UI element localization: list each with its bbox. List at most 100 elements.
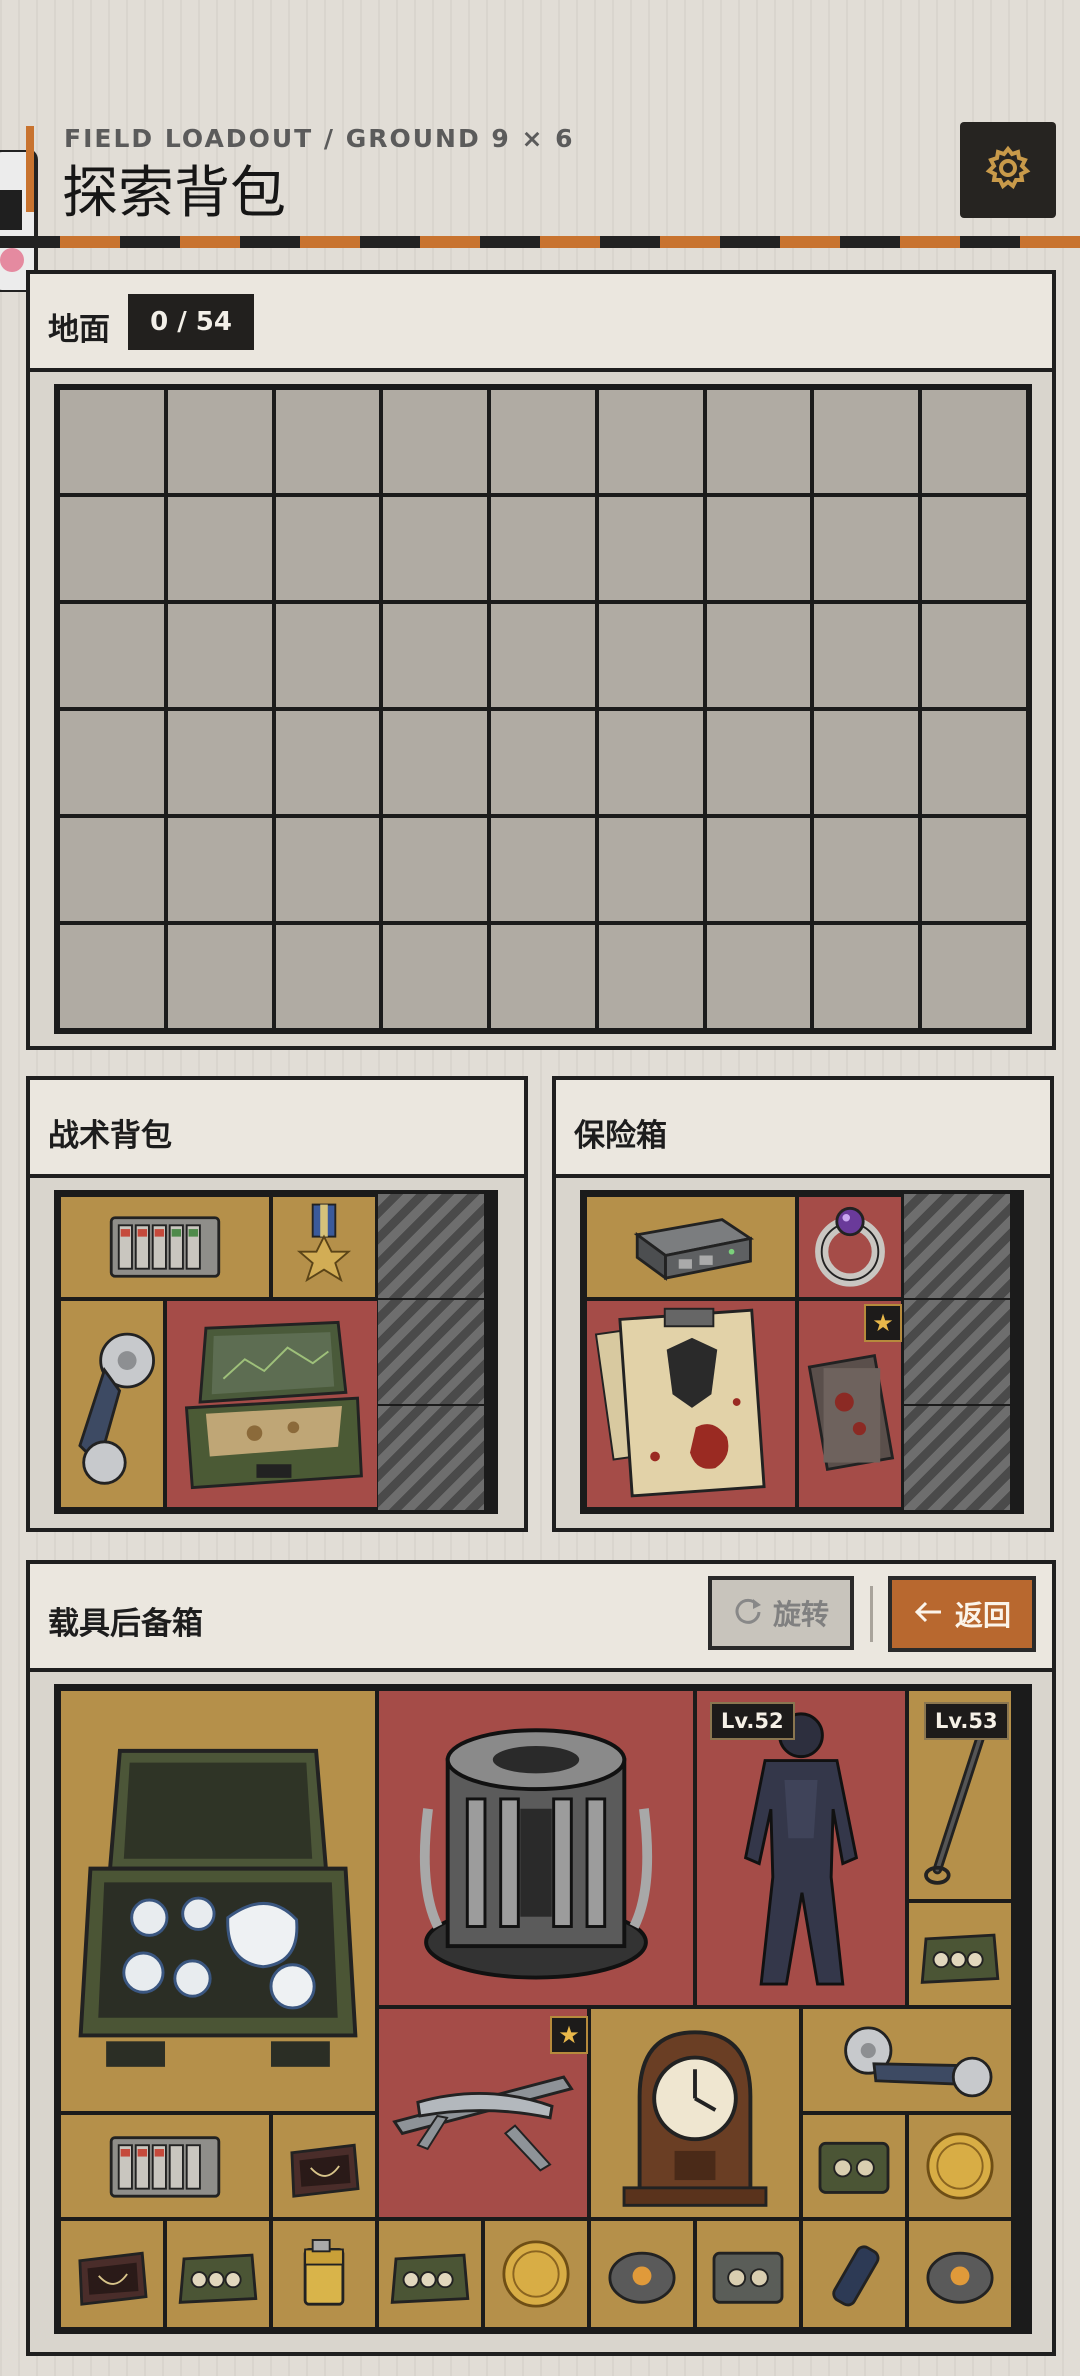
duct-tape-item[interactable]: [58, 1298, 166, 1510]
ground-slot[interactable]: [814, 497, 919, 600]
ground-slot[interactable]: [275, 390, 380, 493]
ground-slot[interactable]: [598, 925, 703, 1028]
ground-slot[interactable]: [167, 925, 272, 1028]
ground-slot[interactable]: [60, 711, 164, 814]
ground-slot[interactable]: [60, 604, 164, 707]
ground-slot[interactable]: [491, 711, 595, 814]
ammo-case-item[interactable]: [376, 2218, 484, 2330]
network-router-item[interactable]: [584, 1194, 798, 1300]
ground-slot[interactable]: [922, 390, 1026, 493]
battery-rack-item[interactable]: [58, 2112, 272, 2220]
locked-slot: [378, 1406, 484, 1510]
ground-slot[interactable]: [922, 497, 1026, 600]
ground-slot[interactable]: [60, 390, 164, 493]
locked-slot: [904, 1406, 1010, 1510]
tape-cassette-case-item[interactable]: [800, 2112, 908, 2220]
ground-slot[interactable]: [814, 818, 919, 921]
ground-slot[interactable]: [598, 711, 703, 814]
rotate-icon: [733, 1595, 763, 1632]
gold-coin-item[interactable]: [482, 2218, 590, 2330]
ground-slot[interactable]: [922, 925, 1026, 1028]
ground-slot[interactable]: [167, 711, 272, 814]
ground-slot[interactable]: [383, 604, 488, 707]
ground-slot[interactable]: [60, 497, 164, 600]
tactical-backpack-title: 战术背包: [48, 1118, 172, 1154]
lantern-device-item[interactable]: [906, 2218, 1014, 2330]
ground-slot[interactable]: [167, 390, 272, 493]
ground-slot[interactable]: [275, 925, 380, 1028]
tactical-backpack-grid: [54, 1190, 498, 1514]
mantel-clock-item[interactable]: [588, 2006, 802, 2220]
jewelry-box-item[interactable]: [58, 2218, 166, 2330]
ground-slot[interactable]: [706, 925, 811, 1028]
reactor-core-item[interactable]: [376, 1688, 696, 2008]
ground-slot[interactable]: [275, 497, 380, 600]
bloody-documents-item[interactable]: [584, 1298, 798, 1510]
battery-rack-item[interactable]: [58, 1194, 272, 1300]
ground-slot[interactable]: [706, 604, 811, 707]
ground-slot[interactable]: [383, 390, 488, 493]
ground-slot[interactable]: [383, 711, 488, 814]
ground-slot[interactable]: [922, 711, 1026, 814]
tactical-backpack-panel: 战术背包: [26, 1076, 528, 1532]
ground-slot[interactable]: [814, 711, 919, 814]
ammo-case-item[interactable]: [164, 2218, 272, 2330]
tactical-backpack-header: 战术背包: [30, 1080, 524, 1178]
ground-slot[interactable]: [491, 390, 595, 493]
spray-canister-item[interactable]: [800, 2218, 908, 2330]
ground-slot[interactable]: [922, 604, 1026, 707]
tactical-case-map-item[interactable]: [164, 1298, 380, 1510]
gold-coin-item[interactable]: [906, 2112, 1014, 2220]
ground-slot[interactable]: [706, 818, 811, 921]
ground-slot[interactable]: [491, 818, 595, 921]
ground-slot[interactable]: [706, 711, 811, 814]
safe-box-grid: [580, 1190, 1024, 1514]
ground-slot[interactable]: [275, 711, 380, 814]
ground-slot[interactable]: [275, 604, 380, 707]
medal-item[interactable]: [270, 1194, 378, 1300]
tape-cassette-case-item[interactable]: [694, 2218, 802, 2330]
ground-slot[interactable]: [60, 925, 164, 1028]
rotate-label: 旋转: [772, 1598, 829, 1631]
ground-slot[interactable]: [922, 818, 1026, 921]
ground-slot[interactable]: [598, 497, 703, 600]
gear-icon: [985, 145, 1031, 195]
ammo-case-item[interactable]: [906, 1900, 1014, 2008]
ground-slot[interactable]: [491, 497, 595, 600]
ground-slot[interactable]: [491, 925, 595, 1028]
ground-slot[interactable]: [383, 497, 488, 600]
tea-set-case-item[interactable]: [58, 1688, 378, 2114]
ground-slot[interactable]: [598, 818, 703, 921]
lantern-device-item[interactable]: [588, 2218, 696, 2330]
ground-slot[interactable]: [491, 604, 595, 707]
gem-ring-item[interactable]: [796, 1194, 904, 1300]
ground-slot[interactable]: [167, 604, 272, 707]
ground-slot[interactable]: [383, 925, 488, 1028]
return-label: 返回: [954, 1599, 1011, 1632]
ground-slot[interactable]: [814, 925, 919, 1028]
ground-panel: 地面 0 / 54: [26, 270, 1056, 1050]
ground-slot[interactable]: [60, 818, 164, 921]
locked-slot: [378, 1300, 484, 1404]
duct-tape-item[interactable]: [800, 2006, 1014, 2114]
ground-slot[interactable]: [598, 390, 703, 493]
ground-grid[interactable]: [54, 384, 1032, 1034]
zippo-lighter-item[interactable]: [270, 2218, 378, 2330]
ground-slot[interactable]: [814, 604, 919, 707]
ground-slot[interactable]: [706, 497, 811, 600]
favorite-star-badge: ★: [864, 1304, 902, 1342]
jewelry-box-item[interactable]: [270, 2112, 378, 2220]
ground-slot[interactable]: [814, 390, 919, 493]
ground-slot[interactable]: [275, 818, 380, 921]
ground-slot[interactable]: [598, 604, 703, 707]
page-title: 探索背包: [62, 161, 286, 226]
ground-slot[interactable]: [383, 818, 488, 921]
ground-slot[interactable]: [167, 818, 272, 921]
settings-button[interactable]: [960, 122, 1056, 218]
ground-slot[interactable]: [167, 497, 272, 600]
locked-slot: [904, 1194, 1010, 1298]
rotate-button[interactable]: 旋转: [708, 1576, 854, 1650]
ground-slot[interactable]: [706, 390, 811, 493]
return-button[interactable]: 返回: [888, 1576, 1036, 1652]
safe-box-title: 保险箱: [574, 1118, 667, 1154]
